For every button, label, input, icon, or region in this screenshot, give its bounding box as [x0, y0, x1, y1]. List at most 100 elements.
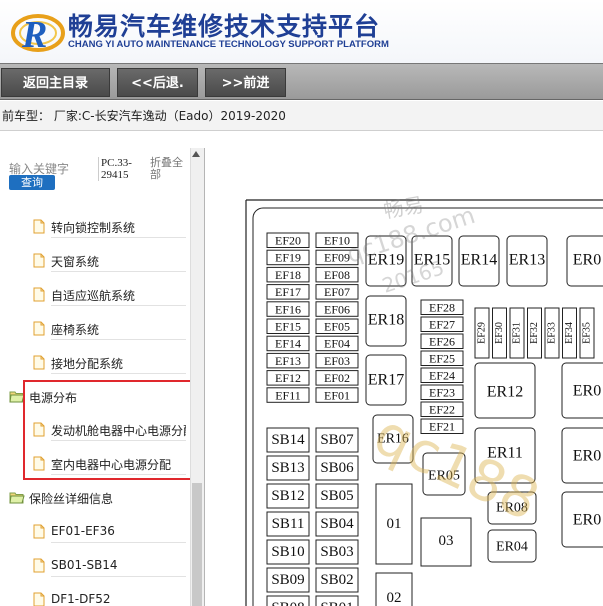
sidebar: 输入关键字 查询 PC.33-29415 折叠全部 转向锁控制系统 天窗系统 自适应… — [0, 148, 205, 606]
document-icon — [33, 456, 45, 471]
fuse-label: ER17 — [368, 372, 404, 389]
tree-item-label: SB01-SB14 — [51, 558, 186, 577]
brand-subtitle: CHANG YI AUTO MAINTENANCE TECHNOLOGY SUP… — [68, 39, 389, 50]
fuse-label: EF04 — [324, 337, 350, 351]
fuse-label: SB10 — [271, 544, 304, 560]
tree-item-label: 座椅系统 — [51, 321, 186, 340]
document-icon — [33, 592, 45, 606]
fuse-label: EF34 — [564, 322, 575, 344]
brand-title: 畅易汽车维修技术支持平台 — [68, 12, 381, 41]
fuse-label: EF05 — [324, 320, 350, 334]
document-icon — [33, 287, 45, 302]
fuse-label: ER14 — [461, 252, 497, 269]
forward-button[interactable]: >>前进 — [205, 68, 286, 97]
fuse-label: EF18 — [275, 268, 301, 282]
tree-item[interactable]: DF1-DF52 — [0, 583, 190, 606]
fuse-label: ER0 — [573, 252, 601, 269]
fuse-label: EF25 — [429, 352, 455, 366]
fuse-label: EF19 — [275, 251, 301, 265]
fuse-label: EF22 — [429, 403, 455, 417]
fuse-label: SB01 — [320, 600, 353, 606]
tree-item[interactable]: 转向锁控制系统 — [0, 210, 190, 244]
folder-open-icon — [9, 391, 25, 403]
fuse-label: EF23 — [429, 386, 455, 400]
tree-folder[interactable]: 电源分布 — [0, 380, 190, 414]
tree-item[interactable]: EF01-EF36 — [0, 515, 190, 549]
fuse-label: ER18 — [368, 312, 404, 329]
document-icon — [33, 219, 45, 234]
fuse-label: EF02 — [324, 371, 350, 385]
tree-item[interactable]: 座椅系统 — [0, 312, 190, 346]
fuse-label: EF26 — [429, 335, 455, 349]
tree-item-label: DF1-DF52 — [51, 592, 186, 606]
fuse-label: EF28 — [429, 301, 455, 315]
fuse-label: 03 — [439, 533, 454, 549]
fuse-label: EF33 — [547, 322, 558, 344]
fuse-label: SB07 — [320, 432, 354, 448]
fuse-label: EF15 — [275, 320, 301, 334]
tree-item[interactable]: 接地分配系统 — [0, 346, 190, 380]
scroll-up-icon[interactable] — [192, 151, 200, 157]
document-icon — [33, 355, 45, 370]
fuse-box-diagram: EF20 EF10 EF19 EF09 EF18 EF08 EF17 EF07 EF16 EF06… — [210, 148, 603, 606]
fuse-label: SB11 — [272, 516, 305, 532]
fuse-label: SB06 — [320, 460, 354, 476]
fuse-box-svg: EF20 EF10EF19 EF09EF18 EF08EF17 EF07EF16 EF06… — [245, 192, 603, 606]
tree-item-label: 天窗系统 — [51, 253, 186, 272]
fuse-label: SB03 — [320, 544, 353, 560]
tree-item[interactable]: 室内电器中心电源分配 — [0, 447, 190, 481]
svg-text:R: R — [21, 14, 47, 55]
fuse-label: ER12 — [487, 384, 523, 401]
fuse-label: EF08 — [324, 268, 350, 282]
document-icon — [33, 524, 45, 539]
fuse-label: ER13 — [509, 252, 545, 269]
tree-item-label: 电源分布 — [29, 391, 78, 405]
fuse-label: EF14 — [275, 337, 301, 351]
fuse-label: EF29 — [477, 322, 488, 344]
home-button[interactable]: 返回主目录 — [1, 68, 110, 97]
fuse-label: 02 — [387, 590, 402, 606]
fuse-label: EF07 — [324, 285, 350, 299]
fuse-label: ER0 — [573, 512, 601, 529]
fuse-label: ER04 — [496, 540, 528, 555]
fuse-label: EF30 — [494, 322, 505, 344]
fuse-label: EF11 — [275, 388, 301, 402]
folder-open-icon — [9, 492, 25, 504]
tree-item-label: EF01-EF36 — [51, 524, 186, 543]
tree-item-label: 接地分配系统 — [51, 355, 186, 374]
fuse-label: EF16 — [275, 302, 301, 316]
fuse-label: EF17 — [275, 285, 301, 299]
fuse-label: EF12 — [275, 371, 301, 385]
fuse-label: SB09 — [271, 572, 304, 588]
fuse-label: EF27 — [429, 318, 455, 332]
nav-bar: 返回主目录 <<后退. >>前进 — [0, 63, 603, 100]
tree-item-label: 转向锁控制系统 — [51, 219, 186, 238]
fuse-label: ER0 — [573, 383, 601, 400]
search-button[interactable]: 查询 — [9, 175, 55, 190]
fuse-label: SB12 — [271, 488, 304, 504]
tree-item-label: 发动机舱电器中心电源分配 — [51, 422, 186, 441]
collapse-all-link[interactable]: 折叠全部 — [150, 157, 188, 181]
tree-item[interactable]: 发动机舱电器中心电源分配 — [0, 413, 190, 447]
fuse-label: EF24 — [429, 369, 455, 383]
tree-item[interactable]: 自适应巡航系统 — [0, 278, 190, 312]
fuse-label: EF03 — [324, 354, 350, 368]
fuse-label: EF31 — [512, 322, 523, 344]
fuse-label: EF13 — [275, 354, 301, 368]
fuse-label: SB05 — [320, 488, 353, 504]
tree-item-label: 室内电器中心电源分配 — [51, 456, 186, 475]
app-header: R 畅易汽车维修技术支持平台 CHANG YI AUTO MAINTENANCE… — [0, 0, 603, 63]
fuse-label: SB08 — [271, 600, 304, 606]
scroll-thumb[interactable] — [192, 483, 202, 606]
back-button[interactable]: <<后退. — [117, 68, 198, 97]
tree-item[interactable]: 天窗系统 — [0, 244, 190, 278]
fuse-label: SB13 — [271, 460, 304, 476]
tree-item-label: 保险丝详细信息 — [29, 492, 114, 506]
brand-logo-icon: R — [11, 14, 65, 55]
tree-item[interactable]: SB01-SB14 — [0, 549, 190, 583]
tree-folder[interactable]: 保险丝详细信息 — [0, 481, 190, 515]
fuse-label: EF35 — [582, 322, 593, 344]
pc-code: PC.33-29415 — [98, 157, 138, 181]
document-icon — [33, 253, 45, 268]
document-icon — [33, 422, 45, 437]
